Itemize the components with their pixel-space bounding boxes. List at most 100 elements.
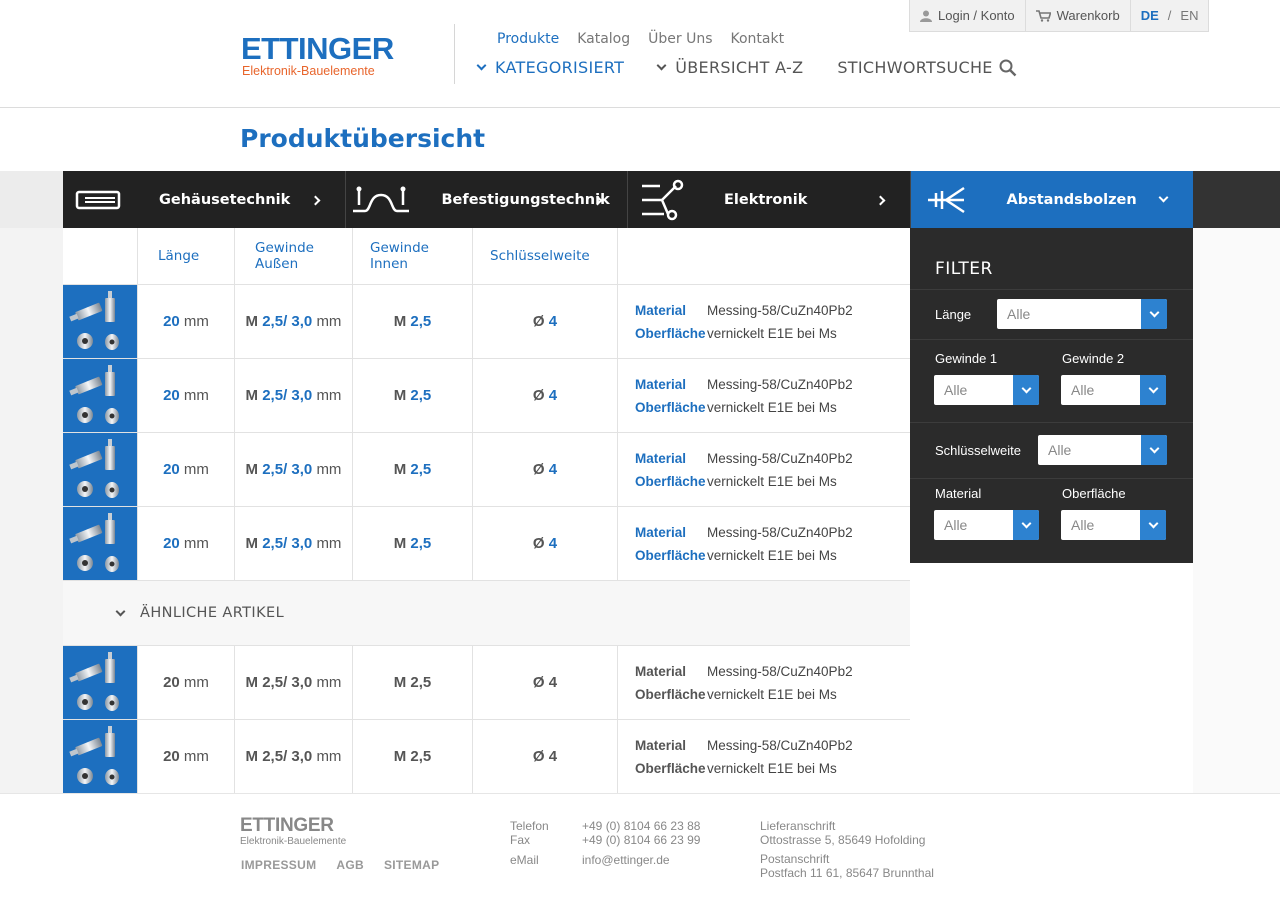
ga-unit: mm	[316, 387, 342, 404]
footer-sitemap-link[interactable]: SITEMAP	[384, 858, 439, 872]
subnav-kontakt[interactable]: Kontakt	[731, 31, 785, 47]
laenge-unit: mm	[183, 535, 209, 552]
cell-laenge: 20 mm	[138, 646, 235, 719]
filter-oberflaeche-select[interactable]: Alle	[1061, 510, 1166, 540]
chevron-right-icon	[310, 195, 320, 206]
cell-laenge: 20 mm	[138, 720, 235, 793]
filter-gewinde1-value: Alle	[944, 382, 968, 398]
laenge-value: 20	[163, 387, 180, 404]
product-image-cell[interactable]	[63, 285, 138, 358]
liefer-label: Lieferanschrift	[760, 819, 836, 833]
chevron-down-icon	[1158, 192, 1169, 203]
product-image-cell[interactable]	[63, 646, 138, 719]
chevron-down-icon	[476, 60, 487, 71]
header-divider	[454, 24, 455, 84]
table-row[interactable]: 20 mm M 2,5/ 3,0 mm M 2,5 Ø 4 Material Me…	[63, 646, 910, 720]
material-value: Messing-58/CuZn40Pb2	[707, 524, 853, 540]
category-abstandsbolzen[interactable]: Abstandsbolzen	[910, 171, 1193, 228]
nav-uebersicht[interactable]: ÜBERSICHT A-Z	[656, 58, 803, 77]
product-image-cell[interactable]	[63, 359, 138, 432]
nav-stichwortsuche-label: STICHWORTSUCHE	[837, 58, 993, 77]
ga-unit: mm	[316, 674, 342, 691]
footer-logo[interactable]: ETTINGER Elektronik-Bauelemente	[240, 815, 346, 848]
oberflaeche-label: Oberfläche	[635, 399, 706, 415]
lang-en-link[interactable]: EN	[1180, 8, 1198, 23]
product-image-cell[interactable]	[63, 720, 138, 793]
ga-prefix: M	[245, 535, 259, 552]
table-row[interactable]: 20 mm M 2,5/ 3,0 mm M 2,5 Ø 4 Material Me…	[63, 359, 910, 433]
cell-gewinde-aussen: M 2,5/ 3,0 mm	[235, 720, 353, 793]
product-image-cell[interactable]	[63, 433, 138, 506]
filter-gewinde1-select[interactable]: Alle	[934, 375, 1039, 405]
cell-gewinde-innen: M 2,5	[353, 720, 473, 793]
cell-laenge: 20 mm	[138, 433, 235, 506]
footer-agb-link[interactable]: AGB	[336, 858, 364, 872]
fastener-icon	[346, 185, 416, 215]
category-bar: Gehäusetechnik Befestigungstechnik Elekt…	[63, 171, 1193, 228]
material-label: Material	[635, 737, 687, 753]
gi-prefix: M	[393, 313, 407, 330]
nav-stichwortsuche[interactable]: STICHWORTSUCHE	[837, 58, 1017, 77]
search-icon[interactable]	[999, 59, 1017, 77]
material-block: Material Messing-58/CuZn40Pb2 Oberflächev…	[635, 521, 853, 567]
header-laenge[interactable]: Länge	[138, 228, 235, 284]
table-row[interactable]: 20 mm M 2,5/ 3,0 mm M 2,5 Ø 4 Material Me…	[63, 433, 910, 507]
laenge-unit: mm	[183, 748, 209, 765]
footer-contact-labels: Telefon Fax eMail	[510, 819, 549, 867]
table-row[interactable]: 20 mm M 2,5/ 3,0 mm M 2,5 Ø 4 Material Me…	[63, 507, 910, 581]
standoff-product-image	[69, 726, 119, 785]
circuit-icon	[628, 178, 698, 222]
cell-material: Material Messing-58/CuZn40Pb2 Oberflächev…	[618, 507, 910, 580]
filter-laenge-select[interactable]: Alle	[997, 299, 1167, 329]
header-gewinde-innen[interactable]: Gewinde Innen	[353, 228, 473, 284]
enclosure-icon	[63, 189, 133, 211]
filter-oberflaeche-value: Alle	[1071, 517, 1095, 533]
table-row[interactable]: 20 mm M 2,5/ 3,0 mm M 2,5 Ø 4 Material Me…	[63, 285, 910, 359]
cell-schluesselweite: Ø 4	[473, 285, 618, 358]
nav-kategorisiert[interactable]: KATEGORISIERT	[476, 58, 624, 77]
background-right-dark	[1193, 171, 1280, 228]
material-block: Material Messing-58/CuZn40Pb2 Oberflächev…	[635, 447, 853, 493]
subnav-produkte[interactable]: Produkte	[497, 31, 559, 47]
cell-gewinde-innen: M 2,5	[353, 285, 473, 358]
subnav-katalog[interactable]: Katalog	[577, 31, 630, 47]
header-gewinde-aussen[interactable]: Gewinde Außen	[235, 228, 353, 284]
category-label: Elektronik	[724, 191, 808, 208]
email-link[interactable]: info@ettinger.de	[582, 853, 670, 867]
product-rows: 20 mm M 2,5/ 3,0 mm M 2,5 Ø 4 Material Me…	[63, 285, 910, 581]
category-gehaeusetechnik[interactable]: Gehäusetechnik	[63, 171, 346, 228]
gi-prefix: M	[393, 674, 407, 691]
category-befestigungstechnik[interactable]: Befestigungstechnik	[345, 171, 628, 228]
category-elektronik[interactable]: Elektronik	[628, 171, 911, 228]
login-link[interactable]: Login / Konto	[910, 0, 1026, 31]
gi-value: 2,5	[410, 387, 432, 404]
category-label: Gehäusetechnik	[159, 191, 291, 208]
filter-material-select[interactable]: Alle	[934, 510, 1039, 540]
user-icon	[920, 10, 932, 22]
product-image-cell[interactable]	[63, 507, 138, 580]
footer-contact-values: +49 (0) 8104 66 23 88 +49 (0) 8104 66 23…	[582, 819, 700, 867]
material-value: Messing-58/CuZn40Pb2	[707, 737, 853, 753]
header-schluesselweite[interactable]: Schlüsselweite	[473, 228, 618, 284]
cart-link[interactable]: Warenkorb	[1026, 0, 1131, 31]
similar-articles-toggle[interactable]: ÄHNLICHE ARTIKEL	[63, 581, 910, 646]
sw-value: 4	[548, 674, 558, 691]
ga-unit: mm	[316, 535, 342, 552]
filter-divider	[910, 339, 1193, 340]
ga-prefix: M	[245, 313, 259, 330]
cart-label: Warenkorb	[1056, 8, 1120, 23]
table-row[interactable]: 20 mm M 2,5/ 3,0 mm M 2,5 Ø 4 Material Me…	[63, 720, 910, 794]
ga-prefix: M	[245, 387, 259, 404]
filter-gewinde2-select[interactable]: Alle	[1061, 375, 1166, 405]
standoff-product-image	[69, 365, 119, 424]
cell-gewinde-aussen: M 2,5/ 3,0 mm	[235, 359, 353, 432]
brand-logo[interactable]: ETTINGER Elektronik-Bauelemente	[241, 33, 421, 78]
filter-schluesselweite-select[interactable]: Alle	[1038, 435, 1167, 465]
footer-impressum-link[interactable]: IMPRESSUM	[241, 858, 316, 872]
filter-divider	[910, 289, 1193, 290]
lang-de-link[interactable]: DE	[1141, 8, 1159, 23]
oberflaeche-value: vernickelt E1E bei Ms	[707, 686, 837, 702]
cell-gewinde-aussen: M 2,5/ 3,0 mm	[235, 507, 353, 580]
footer-logo-wordmark: ETTINGER	[240, 815, 334, 836]
subnav-ueber-uns[interactable]: Über Uns	[648, 31, 712, 47]
